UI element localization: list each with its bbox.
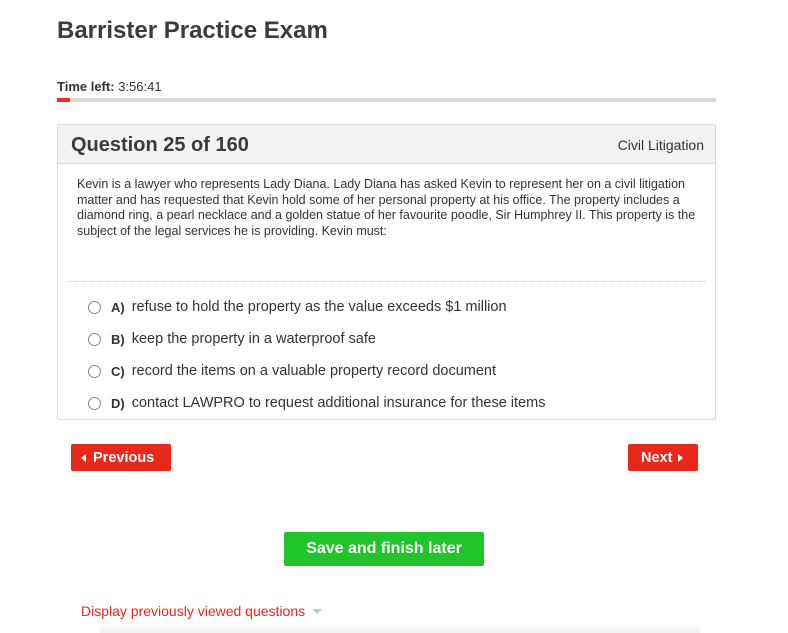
caret-left-icon: [81, 453, 86, 462]
history-link-label: Display previously viewed questions: [81, 603, 306, 619]
question-category: Civil Litigation: [617, 137, 704, 153]
question-card: Question 25 of 160 Civil Litigation Kevi…: [57, 124, 716, 420]
time-left: Time left: 3:56:41: [57, 79, 162, 94]
option-letter: D): [111, 395, 125, 411]
time-left-label: Time left:: [57, 79, 115, 94]
next-label: Next: [641, 449, 673, 466]
progress-bar-fill: [57, 98, 71, 102]
progress-bar: [57, 98, 716, 102]
radio-button[interactable]: [88, 396, 101, 410]
option-letter: A): [111, 299, 125, 315]
caret-down-icon: [312, 608, 323, 614]
question-number: Question 25 of 160: [71, 134, 249, 156]
radio-button[interactable]: [88, 300, 101, 314]
previous-label: Previous: [93, 449, 155, 466]
answer-option-c[interactable]: C) record the items on a valuable proper…: [88, 355, 545, 387]
save-and-finish-later-button[interactable]: Save and finish later: [284, 532, 484, 566]
time-left-value: 3:56:41: [118, 79, 162, 94]
question-text: Kevin is a lawyer who represents Lady Di…: [77, 177, 696, 238]
option-text: keep the property in a waterproof safe: [131, 331, 376, 347]
previous-button[interactable]: Previous: [71, 444, 171, 471]
display-viewed-questions-link[interactable]: Display previously viewed questions: [81, 603, 323, 619]
option-letter: B): [111, 331, 125, 347]
divider: [68, 281, 705, 282]
answer-option-b[interactable]: B) keep the property in a waterproof saf…: [88, 323, 545, 355]
caret-right-icon: [678, 453, 684, 462]
page-title: Barrister Practice Exam: [57, 17, 328, 44]
bottom-shadow: [100, 622, 700, 633]
question-header: Question 25 of 160 Civil Litigation: [58, 125, 715, 164]
answer-option-a[interactable]: A) refuse to hold the property as the va…: [88, 291, 545, 323]
option-letter: C): [111, 363, 125, 379]
radio-button[interactable]: [88, 332, 101, 346]
answer-options: A) refuse to hold the property as the va…: [88, 291, 545, 419]
next-button[interactable]: Next: [628, 444, 698, 471]
option-text: record the items on a valuable property …: [131, 363, 497, 379]
option-text: contact LAWPRO to request additional ins…: [131, 395, 546, 411]
option-text: refuse to hold the property as the value…: [131, 299, 507, 315]
answer-option-d[interactable]: D) contact LAWPRO to request additional …: [88, 387, 545, 419]
radio-button[interactable]: [88, 364, 101, 378]
